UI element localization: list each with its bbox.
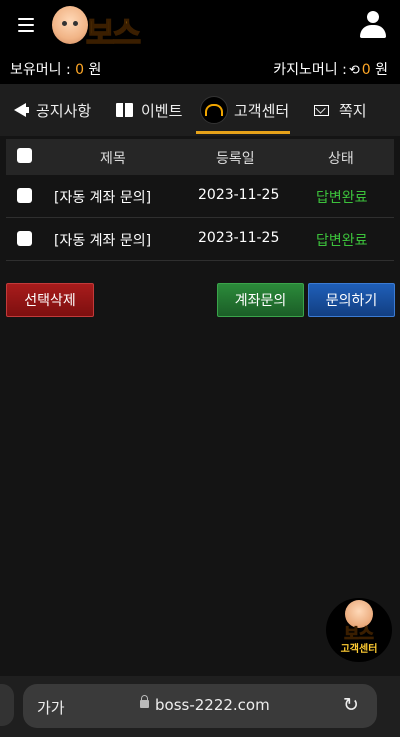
tab-message[interactable]: 쪽지	[314, 84, 367, 136]
row-status: 답변완료	[316, 233, 368, 249]
balance-bar: 보유머니 : 0 원 카지노머니 : ⟲ 0 원	[0, 52, 400, 84]
browser-bar: 가가 boss-2222.com ↻	[0, 676, 400, 737]
holding-money-amount: 0	[75, 62, 85, 78]
row-checkbox[interactable]	[17, 231, 32, 246]
casino-money-amount: 0	[361, 62, 371, 78]
casino-money-label: 카지노머니 :	[273, 62, 347, 78]
column-date: 등록일	[216, 151, 255, 167]
active-tab-indicator	[196, 131, 290, 134]
table-header: 제목 등록일 상태	[6, 139, 394, 175]
table-row[interactable]: [자동 계좌 문의] 2023-11-25 답변완료	[6, 175, 394, 218]
address-bar[interactable]: 가가 boss-2222.com ↻	[23, 684, 377, 728]
site-logo[interactable]: 보스	[52, 6, 158, 53]
top-header: 보스	[0, 0, 400, 53]
row-date: 2023-11-25	[198, 187, 280, 203]
column-status: 상태	[328, 151, 354, 167]
gift-icon	[116, 103, 133, 117]
lock-icon	[140, 695, 149, 708]
tab-event[interactable]: 이벤트	[116, 84, 182, 136]
casino-money: 카지노머니 : ⟲ 0 원	[273, 59, 388, 79]
row-checkbox[interactable]	[17, 188, 32, 203]
url-text[interactable]: boss-2222.com	[155, 696, 270, 714]
tab-event-label: 이벤트	[141, 101, 183, 120]
tab-bar: 공지사항 이벤트 고객센터 쪽지	[0, 84, 400, 136]
tab-message-label: 쪽지	[339, 101, 367, 120]
row-status: 답변완료	[316, 190, 368, 206]
logo-face	[52, 6, 88, 44]
delete-selected-button[interactable]: 선택삭제	[6, 283, 94, 317]
megaphone-icon	[14, 103, 29, 117]
menu-icon[interactable]	[18, 18, 34, 32]
refresh-icon[interactable]: ⟲	[349, 63, 360, 78]
tab-notice-label: 공지사항	[36, 101, 92, 120]
browser-tab-stub[interactable]	[0, 684, 14, 726]
text-size-button[interactable]: 가가	[37, 697, 65, 718]
select-all-checkbox[interactable]	[17, 148, 32, 163]
customer-center-badge[interactable]: 보스 고객센터	[326, 598, 392, 662]
badge-subtitle: 고객센터	[340, 644, 378, 655]
row-date: 2023-11-25	[198, 230, 280, 246]
user-icon[interactable]	[360, 11, 386, 39]
tab-customer-center-label: 고객센터	[234, 101, 290, 120]
column-title: 제목	[100, 151, 126, 167]
inquire-button[interactable]: 문의하기	[308, 283, 395, 317]
holding-money-label: 보유머니 :	[10, 62, 71, 78]
reload-icon[interactable]: ↻	[343, 694, 359, 716]
headset-icon	[200, 96, 228, 124]
holding-money: 보유머니 : 0 원	[10, 59, 101, 79]
casino-money-unit: 원	[375, 62, 388, 78]
account-inquiry-button[interactable]: 계좌문의	[217, 283, 304, 317]
table-row[interactable]: [자동 계좌 문의] 2023-11-25 답변완료	[6, 218, 394, 261]
tab-notice[interactable]: 공지사항	[14, 84, 91, 136]
logo-text: 보스	[85, 15, 142, 53]
envelope-icon	[314, 104, 329, 116]
tab-customer-center[interactable]: 고객센터	[200, 84, 289, 136]
row-title[interactable]: [자동 계좌 문의]	[54, 187, 151, 207]
row-title[interactable]: [자동 계좌 문의]	[54, 230, 151, 250]
holding-money-unit: 원	[88, 62, 102, 78]
